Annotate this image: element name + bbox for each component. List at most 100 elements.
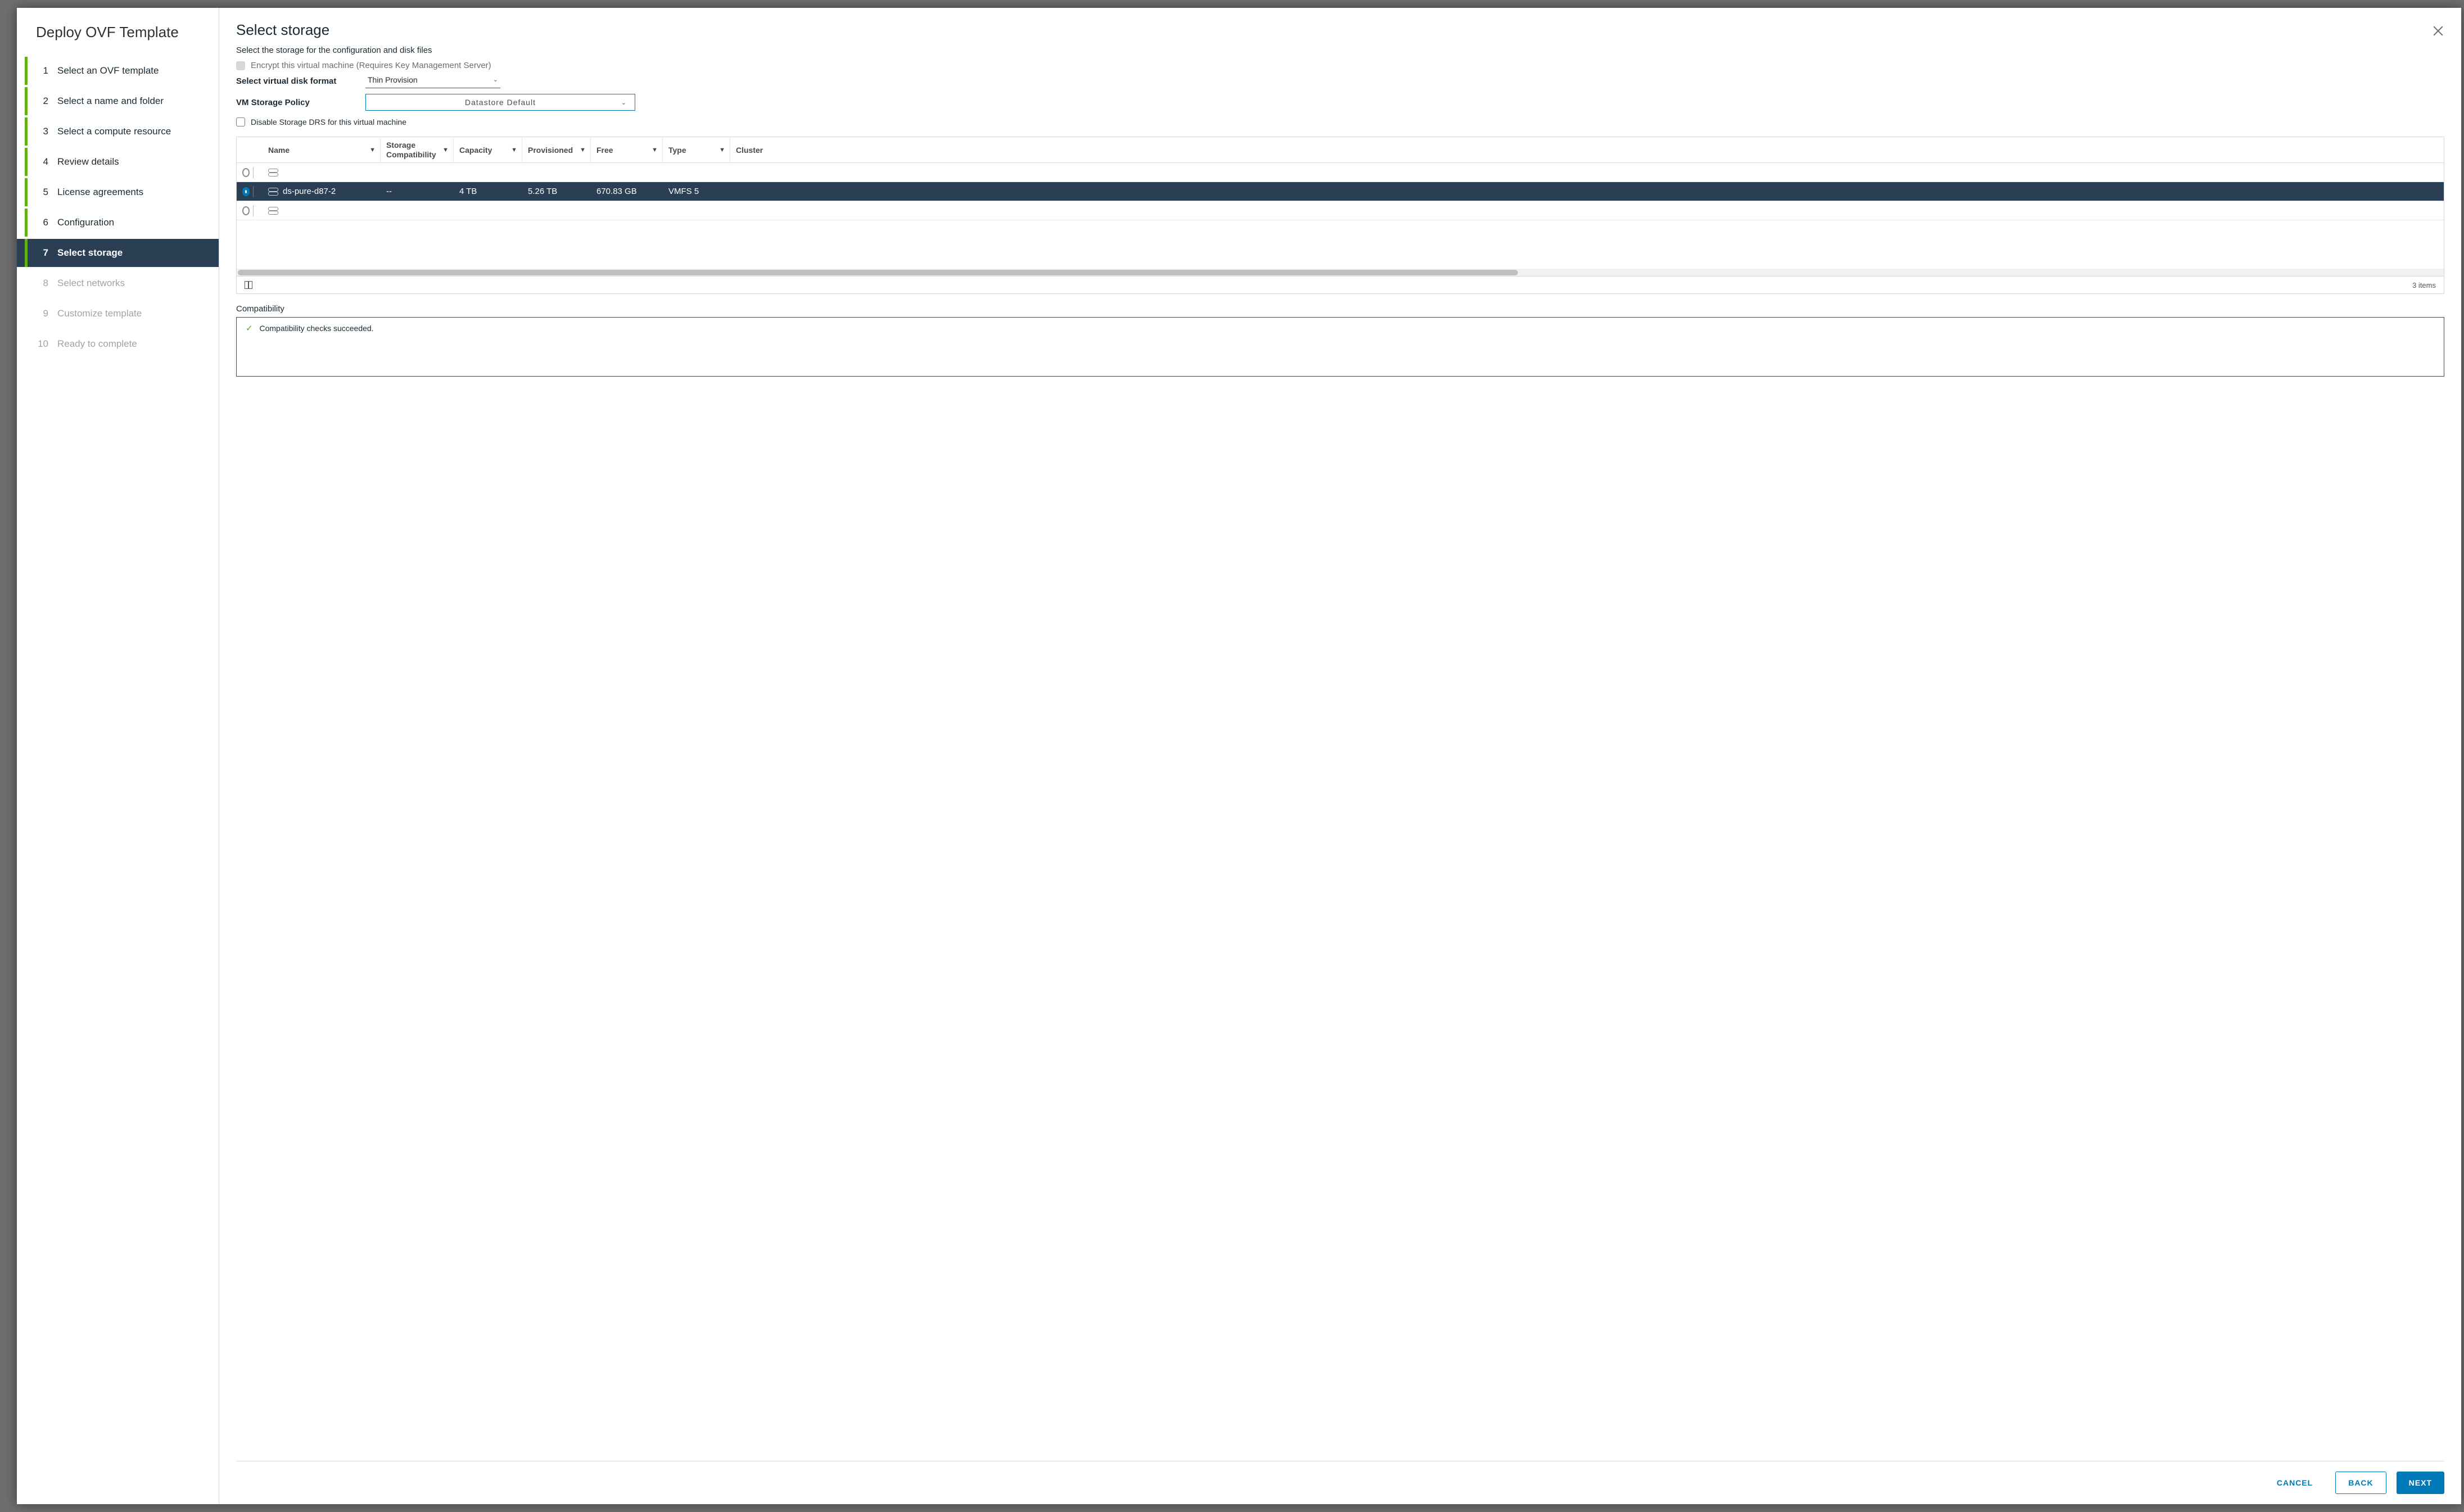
datastore-icon <box>268 207 278 215</box>
filter-icon[interactable]: ▼ <box>719 147 725 153</box>
check-icon: ✓ <box>246 324 253 333</box>
col-capacity-label: Capacity <box>459 146 492 155</box>
row-type: VMFS 5 <box>663 187 730 196</box>
row-free: 670.83 GB <box>591 187 663 196</box>
step-label: Select an OVF template <box>57 65 159 76</box>
scrollbar-thumb[interactable] <box>238 270 1518 275</box>
datastore-icon <box>268 188 278 196</box>
wizard-main-panel: Select storage Select the storage for th… <box>219 8 2461 1504</box>
step-label: Review details <box>57 156 119 168</box>
step-label: Select a name and folder <box>57 96 164 107</box>
col-type[interactable]: Type ▼ <box>663 137 730 162</box>
step-number: 1 <box>34 65 48 76</box>
wizard-step-3[interactable]: 3 Select a compute resource <box>17 116 219 147</box>
wizard-sidebar: Deploy OVF Template 1 Select an OVF templ… <box>17 8 219 1504</box>
step-label: Configuration <box>57 217 114 228</box>
datastore-row[interactable] <box>237 163 2444 182</box>
wizard-step-7[interactable]: 7 Select storage <box>17 238 219 268</box>
col-name[interactable]: Name ▼ <box>263 137 381 162</box>
row-storage-compat: -- <box>381 187 454 196</box>
step-label: Select networks <box>57 278 125 289</box>
wizard-step-9: 9 Customize template <box>17 298 219 329</box>
filter-icon[interactable]: ▼ <box>580 147 586 153</box>
disable-drs-label: Disable Storage DRS for this virtual mac… <box>251 117 406 126</box>
step-number: 5 <box>34 187 48 198</box>
row-name: ds-pure-d87-2 <box>283 187 336 196</box>
datastore-table-footer: 3 items <box>237 277 2444 293</box>
step-number: 6 <box>34 217 48 228</box>
back-button[interactable]: BACK <box>2335 1472 2386 1494</box>
compatibility-message: Compatibility checks succeeded. <box>259 324 373 333</box>
wizard-footer: CANCEL BACK NEXT <box>236 1461 2444 1504</box>
encrypt-label: Encrypt this virtual machine (Requires K… <box>251 61 491 70</box>
wizard-step-1[interactable]: 1 Select an OVF template <box>17 56 219 86</box>
compatibility-label: Compatibility <box>236 304 2444 314</box>
filter-icon[interactable]: ▼ <box>442 147 449 153</box>
horizontal-scrollbar[interactable] <box>237 269 2444 277</box>
step-number: 7 <box>34 247 48 259</box>
col-provisioned-label: Provisioned <box>528 146 573 155</box>
datastore-table: Name ▼ Storage Compatibility ▼ Capacity … <box>236 137 2444 294</box>
column-picker-icon[interactable] <box>245 281 252 289</box>
col-name-label: Name <box>268 146 290 155</box>
storage-policy-select[interactable]: Datastore Default ⌄ <box>365 94 635 111</box>
step-label: Select a compute resource <box>57 126 171 137</box>
page-subtitle: Select the storage for the configuration… <box>236 46 2444 55</box>
col-free-label: Free <box>596 146 613 155</box>
col-storage-compat[interactable]: Storage Compatibility ▼ <box>381 137 454 162</box>
vdisk-format-select[interactable]: Thin Provision ⌄ <box>365 74 500 88</box>
disable-drs-row: Disable Storage DRS for this virtual mac… <box>236 117 2444 126</box>
row-radio[interactable] <box>242 187 250 196</box>
col-cluster[interactable]: Cluster <box>730 137 2444 162</box>
step-number: 2 <box>34 96 48 107</box>
datastore-row[interactable] <box>237 201 2444 220</box>
vdisk-format-row: Select virtual disk format Thin Provisio… <box>236 74 2444 88</box>
row-radio[interactable] <box>242 206 250 215</box>
filter-icon[interactable]: ▼ <box>511 147 517 153</box>
wizard-step-list: 1 Select an OVF template 2 Select a name an… <box>17 56 219 359</box>
col-free[interactable]: Free ▼ <box>591 137 663 162</box>
filter-icon[interactable]: ▼ <box>369 147 376 153</box>
disable-drs-checkbox[interactable] <box>236 117 245 126</box>
step-number: 3 <box>34 126 48 137</box>
row-capacity: 4 TB <box>454 187 522 196</box>
row-provisioned: 5.26 TB <box>522 187 591 196</box>
vdisk-format-label: Select virtual disk format <box>236 76 365 86</box>
next-button[interactable]: NEXT <box>2397 1472 2444 1494</box>
vdisk-format-value: Thin Provision <box>368 75 418 84</box>
datastore-row[interactable]: ds-pure-d87-2 --4 TB5.26 TB670.83 GBVMFS … <box>237 182 2444 201</box>
step-number: 9 <box>34 308 48 319</box>
datastore-icon <box>268 169 278 176</box>
step-label: Ready to complete <box>57 338 137 350</box>
storage-policy-label: VM Storage Policy <box>236 98 365 107</box>
deploy-ovf-modal: Deploy OVF Template 1 Select an OVF templ… <box>17 8 2461 1504</box>
step-label: Select storage <box>57 247 123 259</box>
datastore-table-header: Name ▼ Storage Compatibility ▼ Capacity … <box>237 137 2444 163</box>
page-title: Select storage <box>236 21 2444 39</box>
wizard-step-10: 10 Ready to complete <box>17 329 219 359</box>
storage-policy-value: Datastore Default <box>465 98 536 107</box>
encrypt-checkbox-disabled <box>236 61 245 70</box>
row-radio[interactable] <box>242 168 250 177</box>
wizard-title: Deploy OVF Template <box>17 24 219 56</box>
wizard-step-4[interactable]: 4 Review details <box>17 147 219 177</box>
wizard-step-8: 8Select networks <box>17 268 219 298</box>
wizard-step-2[interactable]: 2 Select a name and folder <box>17 86 219 116</box>
cancel-button[interactable]: CANCEL <box>2264 1472 2325 1494</box>
wizard-step-5[interactable]: 5 License agreements <box>17 177 219 207</box>
chevron-down-icon: ⌄ <box>621 99 627 106</box>
col-cluster-label: Cluster <box>736 146 763 155</box>
storage-policy-row: VM Storage Policy Datastore Default ⌄ <box>236 94 2444 111</box>
step-label: License agreements <box>57 187 143 198</box>
encrypt-vm-row: Encrypt this virtual machine (Requires K… <box>236 61 2444 70</box>
close-icon[interactable] <box>2432 25 2444 37</box>
step-label: Customize template <box>57 308 142 319</box>
step-number: 4 <box>34 156 48 168</box>
col-provisioned[interactable]: Provisioned ▼ <box>522 137 591 162</box>
wizard-step-6[interactable]: 6 Configuration <box>17 207 219 238</box>
step-number: 10 <box>34 338 48 350</box>
filter-icon[interactable]: ▼ <box>652 147 658 153</box>
datastore-rows: ds-pure-d87-2 --4 TB5.26 TB670.83 GBVMFS … <box>237 163 2444 269</box>
compatibility-box: ✓ Compatibility checks succeeded. <box>236 317 2444 377</box>
col-capacity[interactable]: Capacity ▼ <box>454 137 522 162</box>
